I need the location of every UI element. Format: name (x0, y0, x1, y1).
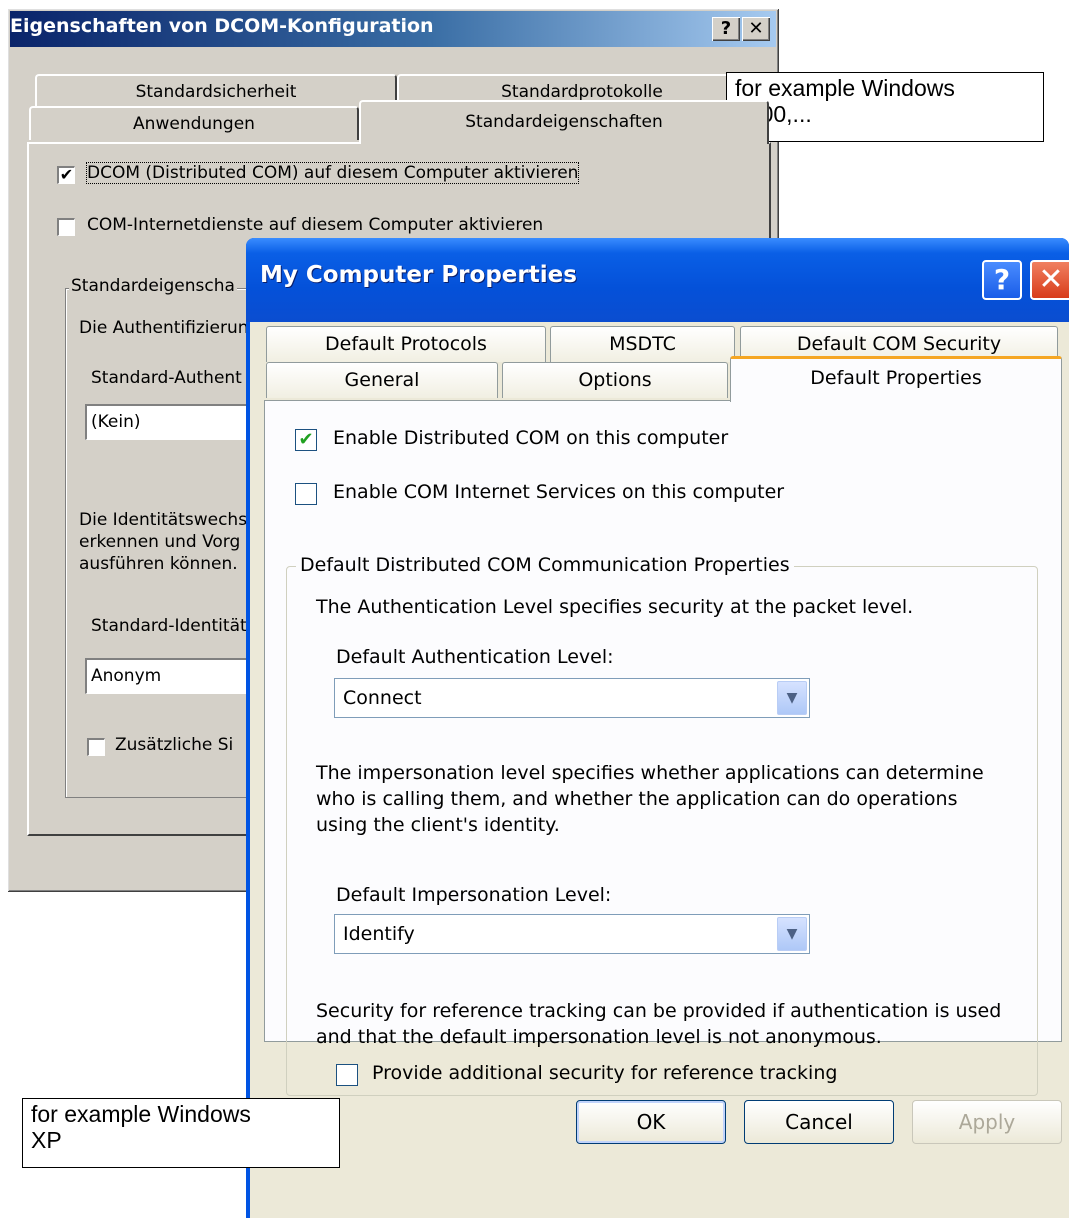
window-title: My Computer Properties (260, 262, 577, 288)
imp-description-line-2: erkennen und Vorg (79, 532, 241, 552)
tab-options[interactable]: Options (502, 362, 728, 398)
close-button[interactable]: ✕ (742, 17, 770, 41)
my-computer-properties-dialog-xp: My Computer Properties ? ✕ Default Proto… (246, 238, 1069, 1218)
enable-com-internet-label[interactable]: COM-Internetdienste auf diesem Computer … (87, 215, 543, 235)
group-label: Standardeigenscha (69, 276, 237, 296)
auth-level-select[interactable]: Connect ▼ (334, 678, 810, 718)
annotation-windows-xp: for example Windows XP (22, 1098, 340, 1168)
dialog-body: Default Protocols MSDTC Default COM Secu… (250, 322, 1069, 1218)
imp-level-select[interactable]: Identify ▼ (334, 914, 810, 954)
tab-anwendungen[interactable]: Anwendungen (29, 106, 359, 140)
title-bar: Eigenschaften von DCOM-Konfiguration ? ✕ (10, 11, 776, 47)
enable-com-internet-checkbox[interactable] (57, 218, 75, 236)
auth-level-label: Default Authentication Level: (336, 646, 614, 668)
check-icon: ✔ (59, 165, 74, 184)
imp-description-line-2: who is calling them, and whether the app… (316, 788, 958, 810)
ref-tracking-checkbox[interactable] (336, 1064, 358, 1086)
imp-level-label: Standard-Identität (91, 616, 247, 636)
window-title: Eigenschaften von DCOM-Konfiguration (10, 15, 434, 37)
annotation-line-1: for example Windows (31, 1101, 251, 1127)
imp-description-line-3: ausführen können. (79, 554, 238, 574)
close-button[interactable]: ✕ (1030, 260, 1069, 300)
extra-security-label[interactable]: Zusätzliche Si (115, 735, 233, 755)
annotation-line-2: 2000,... (735, 101, 812, 127)
imp-description-line-3: using the client's identity. (316, 814, 560, 836)
tab-default-protocols[interactable]: Default Protocols (266, 326, 546, 362)
check-icon: ✔ (298, 429, 314, 450)
tab-default-properties[interactable]: Default Properties (730, 356, 1062, 402)
auth-level-label: Standard-Authent (91, 368, 242, 388)
ok-button[interactable]: OK (576, 1100, 726, 1144)
imp-level-value: Identify (343, 923, 415, 945)
dropdown-arrow-icon[interactable]: ▼ (777, 917, 807, 951)
ref-description-line-2: and that the default impersonation level… (316, 1026, 882, 1048)
tab-standardeigenschaften[interactable]: Standardeigenschaften (359, 100, 769, 144)
help-button[interactable]: ? (712, 17, 740, 41)
apply-button[interactable]: Apply (912, 1100, 1062, 1144)
auth-description: The Authentication Level specifies secur… (316, 596, 914, 618)
annotation-line-2: XP (31, 1127, 62, 1153)
help-button[interactable]: ? (982, 260, 1022, 300)
annotation-windows-2000: for example Windows 2000,... (726, 72, 1044, 142)
title-bar: My Computer Properties ? ✕ (246, 238, 1069, 322)
group-label: Default Distributed COM Communication Pr… (296, 554, 794, 576)
extra-security-checkbox[interactable] (87, 738, 105, 756)
enable-dcom-label[interactable]: DCOM (Distributed COM) auf diesem Comput… (85, 162, 580, 184)
tab-standardsicherheit[interactable]: Standardsicherheit (35, 74, 397, 108)
ref-description-line-1: Security for reference tracking can be p… (316, 1000, 1002, 1022)
imp-level-label: Default Impersonation Level: (336, 884, 612, 906)
enable-com-internet-checkbox[interactable] (295, 483, 317, 505)
tab-general[interactable]: General (266, 362, 498, 398)
enable-dcom-checkbox[interactable]: ✔ (295, 429, 317, 451)
annotation-line-1: for example Windows (735, 75, 955, 101)
enable-com-internet-label[interactable]: Enable COM Internet Services on this com… (333, 481, 784, 503)
imp-description-line-1: The impersonation level specifies whethe… (316, 762, 984, 784)
dropdown-arrow-icon[interactable]: ▼ (777, 681, 807, 715)
enable-dcom-label[interactable]: Enable Distributed COM on this computer (333, 427, 728, 449)
auth-level-value: Connect (343, 687, 422, 709)
enable-dcom-checkbox[interactable]: ✔ (57, 166, 75, 184)
imp-description-line-1: Die Identitätswechs (79, 510, 248, 530)
cancel-button[interactable]: Cancel (744, 1100, 894, 1144)
ref-tracking-label[interactable]: Provide additional security for referenc… (372, 1062, 837, 1084)
tab-msdtc[interactable]: MSDTC (550, 326, 735, 362)
auth-description: Die Authentifizierun (79, 318, 249, 338)
